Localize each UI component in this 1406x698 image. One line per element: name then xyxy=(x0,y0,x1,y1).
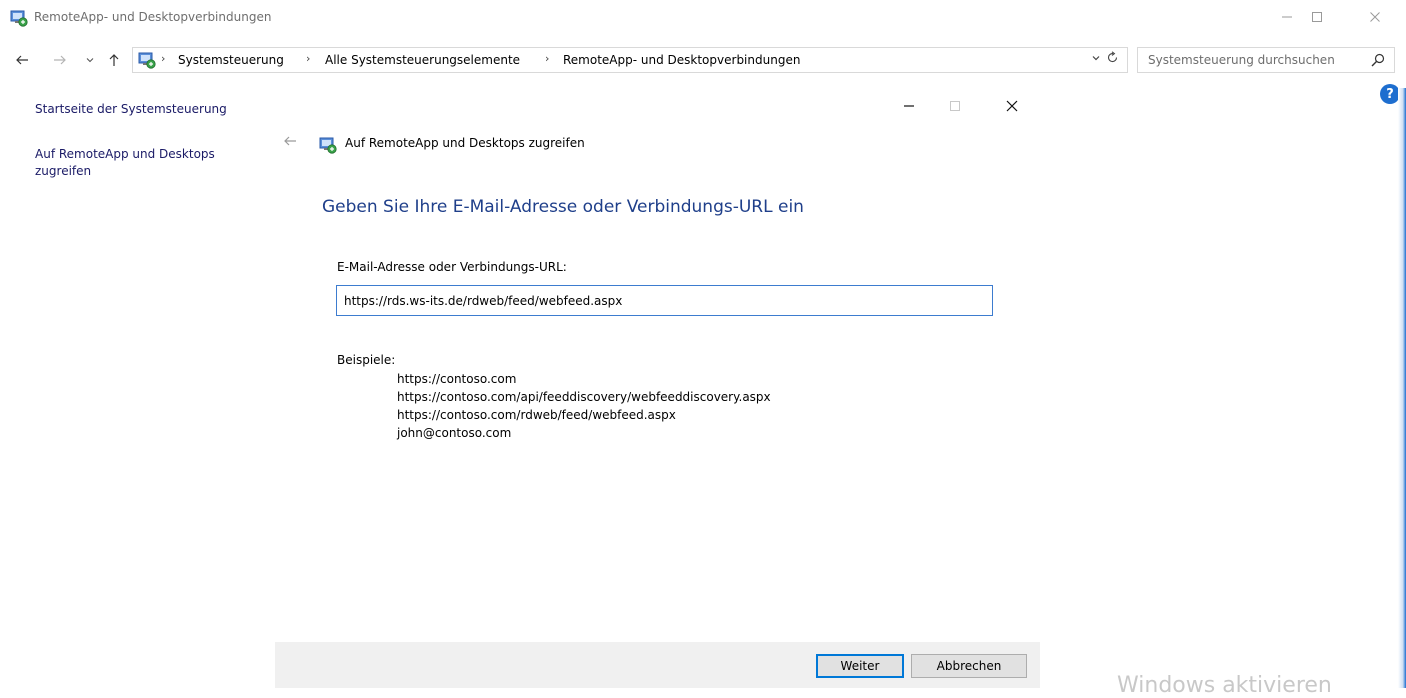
remoteapp-icon xyxy=(138,52,156,69)
search-box[interactable]: Systemsteuerung durchsuchen xyxy=(1137,47,1395,73)
remoteapp-icon xyxy=(10,10,28,27)
search-icon[interactable] xyxy=(1370,52,1386,68)
url-input[interactable] xyxy=(336,285,993,316)
arrow-left-icon xyxy=(284,136,296,146)
breadcrumb-separator-icon: › xyxy=(306,52,311,65)
forward-button[interactable] xyxy=(50,50,70,70)
refresh-icon[interactable] xyxy=(1106,51,1119,68)
wizard-title: Auf RemoteApp und Desktops zugreifen xyxy=(345,136,585,150)
maximize-button[interactable] xyxy=(1294,0,1340,34)
window-edge xyxy=(1398,88,1406,688)
breadcrumb-separator-icon: › xyxy=(545,52,550,65)
page-heading: Geben Sie Ihre E-Mail-Adresse oder Verbi… xyxy=(322,197,804,217)
search-placeholder[interactable]: Systemsteuerung durchsuchen xyxy=(1148,53,1335,67)
remoteapp-icon xyxy=(319,137,337,154)
minimize-icon xyxy=(904,105,914,107)
arrow-up-icon xyxy=(109,54,119,66)
example-item: https://contoso.com xyxy=(397,372,517,386)
sidebar-item-remoteapp-access[interactable]: Auf RemoteApp und Desktops zugreifen xyxy=(35,146,265,180)
breadcrumb-separator-icon: › xyxy=(161,52,166,65)
activation-watermark: Windows aktivieren xyxy=(1117,673,1332,698)
maximize-icon xyxy=(950,101,960,111)
example-item: https://contoso.com/api/feeddiscovery/we… xyxy=(397,390,771,404)
dialog-maximize-button[interactable] xyxy=(938,94,972,118)
chevron-down-icon xyxy=(86,58,94,63)
url-field-label: E-Mail-Adresse oder Verbindungs-URL: xyxy=(337,260,567,274)
dialog-minimize-button[interactable] xyxy=(892,94,926,118)
dialog-close-button[interactable] xyxy=(995,94,1029,118)
maximize-icon xyxy=(1312,12,1322,22)
breadcrumb-alle-elemente[interactable]: Alle Systemsteuerungselemente xyxy=(325,53,520,67)
chevron-down-icon xyxy=(1092,56,1100,61)
close-icon xyxy=(1006,100,1018,112)
sidebar-item-systemsteuerung-home[interactable]: Startseite der Systemsteuerung xyxy=(35,101,227,118)
title-bar: RemoteApp- und Desktopverbindungen xyxy=(0,0,1406,36)
address-dropdown-icon[interactable] xyxy=(1091,52,1101,66)
back-button[interactable] xyxy=(12,50,32,70)
arrow-left-icon xyxy=(16,55,28,65)
recent-locations-button[interactable] xyxy=(80,50,100,70)
examples-list: https://contoso.com https://contoso.com/… xyxy=(397,370,771,442)
wizard-back-button[interactable] xyxy=(283,134,297,152)
refresh-arrow-icon xyxy=(1107,51,1118,63)
example-item: https://contoso.com/rdweb/feed/webfeed.a… xyxy=(397,408,676,422)
arrow-right-icon xyxy=(54,55,66,65)
examples-label: Beispiele: xyxy=(337,353,396,367)
breadcrumb-remoteapp[interactable]: RemoteApp- und Desktopverbindungen xyxy=(563,53,800,67)
navigation-bar: › Systemsteuerung › Alle Systemsteuerung… xyxy=(0,44,1406,76)
close-button[interactable] xyxy=(1352,0,1398,34)
window-title: RemoteApp- und Desktopverbindungen xyxy=(34,10,272,24)
minimize-icon xyxy=(1282,16,1292,18)
wizard-footer: Weiter Abbrechen xyxy=(275,642,1040,688)
next-button[interactable]: Weiter xyxy=(816,654,904,678)
cancel-button[interactable]: Abbrechen xyxy=(911,654,1027,678)
up-button[interactable] xyxy=(104,50,124,70)
breadcrumb-systemsteuerung[interactable]: Systemsteuerung xyxy=(178,53,284,67)
help-icon[interactable]: ? xyxy=(1380,84,1400,104)
example-item: john@contoso.com xyxy=(397,426,512,440)
close-icon xyxy=(1370,12,1380,22)
address-bar[interactable]: › Systemsteuerung › Alle Systemsteuerung… xyxy=(132,47,1128,73)
